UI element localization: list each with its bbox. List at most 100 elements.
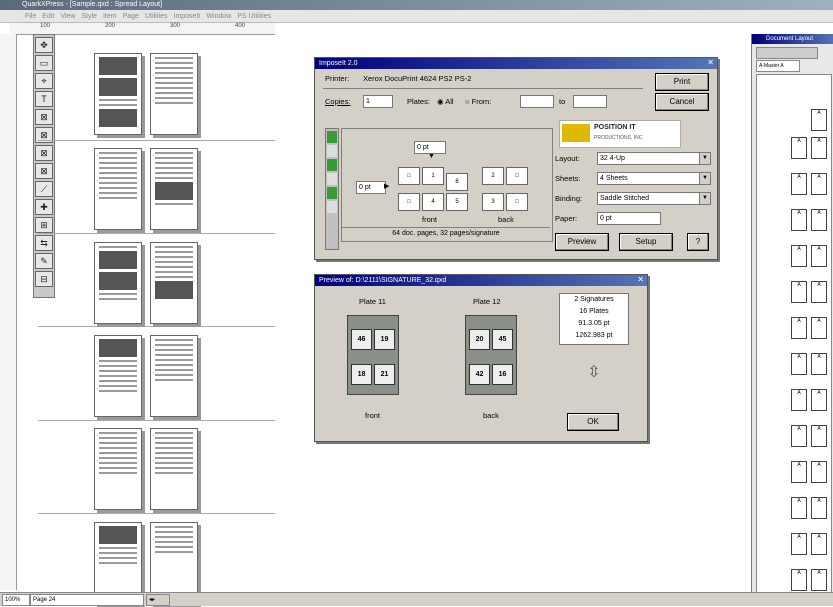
menu-item[interactable]: Item [100,11,120,23]
help-button[interactable]: ? [687,233,709,251]
layout-page-icon[interactable]: A [791,245,807,267]
layout-page-icon[interactable]: A [791,389,807,411]
paper-input[interactable]: 0 pt [597,212,661,225]
layout-page-icon[interactable]: A [791,281,807,303]
layout-page-icon[interactable]: A [791,497,807,519]
setup-button[interactable]: Setup [619,233,673,251]
page-thumbnail[interactable] [150,335,198,417]
layout-page-icon[interactable]: A [791,353,807,375]
menu-ps-utilities[interactable]: PS Utilities [234,11,274,23]
layout-page-icon[interactable]: A [811,173,827,195]
picture-box-icon[interactable]: ⊠ [35,109,53,125]
layout-page-icon[interactable]: A [791,317,807,339]
sheets-select[interactable]: 4 Sheets ▼ [597,172,711,185]
text-tool-icon[interactable]: T [35,91,53,107]
spread-3[interactable] [94,242,198,327]
pen-tool-icon[interactable]: ✎ [35,253,53,269]
page-icon[interactable] [327,201,337,213]
close-icon[interactable]: ✕ [707,58,714,67]
plate-cell: 19 [374,329,395,350]
menu-file[interactable]: File [22,11,39,23]
layout-page-icon[interactable]: A [791,461,807,483]
picture-box-icon[interactable]: ⊠ [35,145,53,161]
menu-page[interactable]: Page [120,11,142,23]
plates-to-input[interactable] [573,95,607,108]
line-tool-icon[interactable]: ⟋ [35,181,53,197]
layout-page-icon[interactable]: A [811,497,827,519]
picture-box-icon[interactable]: ⊠ [35,163,53,179]
layout-page-icon[interactable]: A [791,209,807,231]
page-thumbnail[interactable] [94,148,142,230]
page-thumbnail[interactable] [94,428,142,510]
layout-page-icon[interactable]: A [791,533,807,555]
plates-from-radio[interactable]: ○ From: [465,97,491,106]
layout-page-icon[interactable]: A [811,569,827,591]
layout-page-icon[interactable]: A [811,209,827,231]
layout-page-icon[interactable]: A [791,173,807,195]
logo-mark [562,124,590,142]
navigation-arrows-icon[interactable]: ⇳ [585,361,603,385]
copies-input[interactable]: 1 [363,95,393,108]
page-thumbnail[interactable] [94,335,142,417]
layout-page-icon[interactable]: A [811,461,827,483]
print-button[interactable]: Print [655,73,709,91]
page-thumbnail[interactable] [150,53,198,135]
layout-page-icon[interactable]: A [811,281,827,303]
menu-style[interactable]: Style [78,11,100,23]
page-indicator[interactable]: Page 24 [30,594,144,606]
page-nav-arrows-icon[interactable]: ◂▸ [146,594,170,606]
page-icon[interactable] [327,145,337,157]
menu-edit[interactable]: Edit [39,11,57,23]
ok-button[interactable]: OK [567,413,619,431]
layout-page-icon[interactable]: A [811,137,827,159]
page-thumbnail[interactable] [94,242,142,324]
layout-page-icon[interactable]: A [811,353,827,375]
green-arrow-icon[interactable] [327,131,337,143]
page-thumbnail[interactable] [150,242,198,324]
layout-page-icon[interactable]: A [811,109,827,131]
plate-back-preview: 20 45 42 16 [465,315,517,395]
layout-page-icon[interactable]: A [811,389,827,411]
rotate-tool-icon[interactable]: ⌖ [35,73,53,89]
master-pages-toolbar[interactable] [756,47,818,59]
page-thumbnail[interactable] [150,428,198,510]
gutter-left-input[interactable]: 0 pt [356,181,386,194]
preview-button[interactable]: Preview [555,233,609,251]
page-thumbnail[interactable] [150,148,198,230]
layout-page-icon[interactable]: A [811,533,827,555]
page-icon[interactable] [327,173,337,185]
menu-imposeit[interactable]: ImposeIt [171,11,204,23]
layout-page-icon[interactable]: A [811,245,827,267]
layout-page-icon[interactable]: A [811,317,827,339]
layout-select[interactable]: 32 4-Up ▼ [597,152,711,165]
layout-page-icon[interactable]: A [791,425,807,447]
plates-all-radio[interactable]: ◉ All [437,97,454,106]
orthogonal-line-icon[interactable]: ✚ [35,199,53,215]
cancel-button[interactable]: Cancel [655,93,709,111]
menu-utilities[interactable]: Utilities [142,11,171,23]
layout-page-icon[interactable]: A [791,569,807,591]
green-arrow-icon[interactable] [327,159,337,171]
spread-1[interactable] [94,53,198,138]
unlink-tool-icon[interactable]: ⊟ [35,271,53,287]
layout-page-icon[interactable]: A [811,425,827,447]
zoom-field[interactable]: 100% [2,594,30,606]
menu-view[interactable]: View [57,11,78,23]
plates-from-input[interactable] [520,95,554,108]
move-tool-icon[interactable]: ✥ [35,37,53,53]
page-thumbnail[interactable] [94,53,142,135]
link-tool-icon[interactable]: ⇆ [35,235,53,251]
spread-2[interactable] [94,148,198,233]
menu-window[interactable]: Window [203,11,234,23]
spread-4[interactable] [94,335,198,420]
info-signatures: 2 Signatures [574,296,614,303]
binding-select[interactable]: Saddle Stitched ▼ [597,192,711,205]
master-page-item[interactable]: A-Master A [756,60,800,72]
green-arrow-icon[interactable] [327,187,337,199]
table-tool-icon[interactable]: ⊞ [35,217,53,233]
printer-value: Xerox DocuPrint 4624 PS2 PS-2 [363,74,472,83]
spread-5[interactable] [94,428,198,513]
layout-page-icon[interactable]: A [791,137,807,159]
close-icon[interactable]: ✕ [637,275,644,284]
content-tool-icon[interactable]: ▭ [35,55,53,71]
